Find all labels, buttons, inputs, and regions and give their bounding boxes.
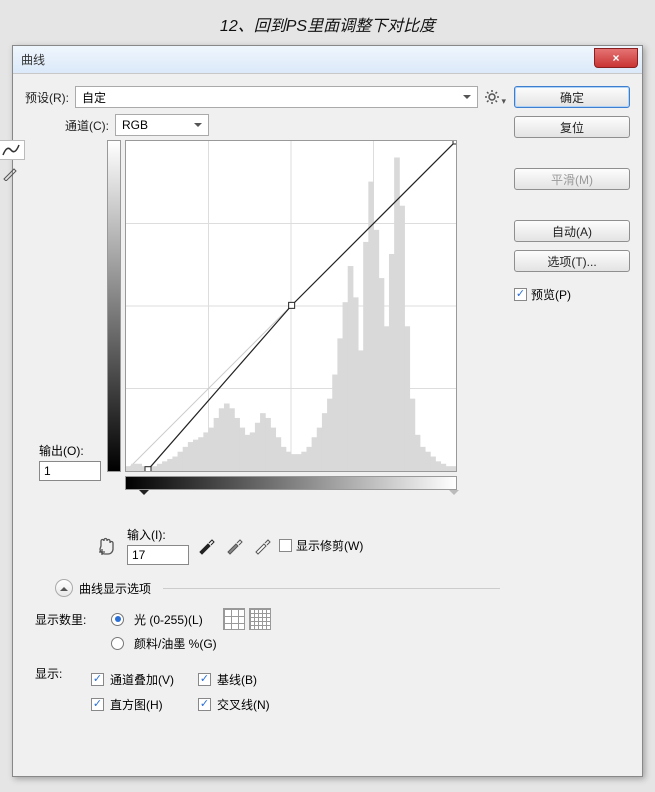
curve-display-label: 曲线显示选项 [79, 580, 151, 597]
grid-small-button[interactable] [249, 608, 271, 630]
preview-label: 预览(P) [531, 286, 571, 303]
preset-menu-button[interactable]: ▾ [484, 89, 500, 105]
check-histogram-label: 直方图(H) [110, 696, 163, 713]
window-title: 曲线 [21, 51, 45, 68]
auto-button-label: 自动(A) [552, 223, 592, 240]
check-baseline-label: 基线(B) [217, 671, 257, 688]
black-point-slider[interactable] [139, 490, 149, 500]
preset-dropdown[interactable]: 自定 [75, 86, 478, 108]
check-baseline[interactable] [198, 673, 211, 686]
options-button[interactable]: 选项(T)... [514, 250, 630, 272]
chevron-down-icon: ▾ [501, 96, 506, 107]
radio-light-label: 光 (0-255)(L) [134, 611, 203, 628]
channel-dropdown[interactable]: RGB [115, 114, 209, 136]
smooth-button[interactable]: 平滑(M) [514, 168, 630, 190]
reset-button[interactable]: 复位 [514, 116, 630, 138]
hand-icon [95, 534, 119, 558]
preview-checkbox[interactable] [514, 288, 527, 301]
check-channel-overlay-label: 通道叠加(V) [110, 671, 174, 688]
titlebar: 曲线 × [13, 46, 642, 74]
preset-value: 自定 [82, 89, 106, 106]
show-label: 显示: [35, 665, 81, 682]
check-channel-overlay[interactable] [91, 673, 104, 686]
check-histogram[interactable] [91, 698, 104, 711]
curve-icon [2, 143, 20, 157]
output-input[interactable] [39, 461, 101, 481]
input-gradient [125, 476, 457, 490]
grid-large-button[interactable] [223, 608, 245, 630]
curve-tool-button[interactable] [0, 140, 25, 160]
radio-pigment[interactable] [111, 637, 124, 650]
curves-dialog: 曲线 × 预设(R): 自定 ▾ 通道(C): RGB [12, 45, 643, 777]
radio-pigment-label: 颜料/油墨 %(G) [134, 635, 217, 652]
check-intersection-label: 交叉线(N) [217, 696, 270, 713]
black-eyedropper-button[interactable] [197, 537, 215, 555]
pencil-icon [2, 167, 20, 181]
curve-graph[interactable] [125, 140, 457, 472]
show-clipping-label: 显示修剪(W) [296, 537, 363, 554]
page-caption: 12、回到PS里面调整下对比度 [0, 0, 655, 44]
input-input[interactable] [127, 545, 189, 565]
channel-label: 通道(C): [65, 117, 109, 134]
output-gradient [107, 140, 121, 472]
reset-button-label: 复位 [560, 119, 584, 136]
channel-value: RGB [122, 118, 148, 132]
check-intersection[interactable] [198, 698, 211, 711]
radio-light[interactable] [111, 613, 124, 626]
show-clipping-checkbox[interactable] [279, 539, 292, 552]
show-amount-label: 显示数里: [35, 611, 101, 628]
options-button-label: 选项(T)... [547, 253, 596, 270]
ok-button-label: 确定 [560, 89, 584, 106]
white-eyedropper-button[interactable] [253, 537, 271, 555]
ok-button[interactable]: 确定 [514, 86, 630, 108]
divider [163, 588, 500, 589]
close-icon: × [612, 51, 619, 65]
smooth-button-label: 平滑(M) [551, 171, 593, 188]
auto-button[interactable]: 自动(A) [514, 220, 630, 242]
curve-display-expander[interactable] [55, 579, 73, 597]
pencil-tool-button[interactable] [0, 164, 25, 184]
target-adjust-button[interactable] [95, 534, 119, 558]
input-label: 输入(I): [127, 526, 166, 543]
output-label: 输出(O): [39, 442, 105, 459]
preset-label: 预设(R): [25, 89, 69, 106]
close-button[interactable]: × [594, 48, 638, 68]
gear-icon [484, 89, 500, 105]
white-point-slider[interactable] [449, 490, 459, 500]
gray-eyedropper-button[interactable] [225, 537, 243, 555]
